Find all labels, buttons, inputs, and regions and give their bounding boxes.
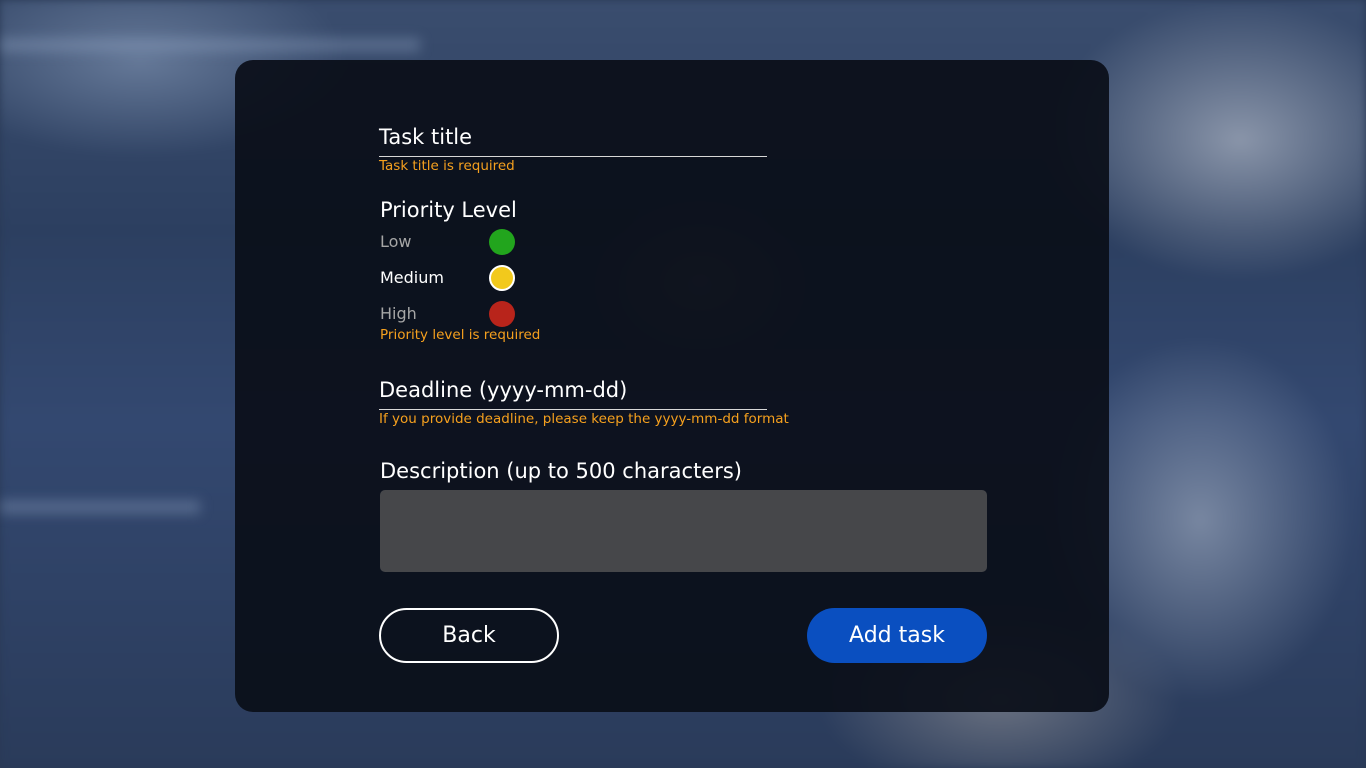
- background-decoration: [0, 500, 200, 514]
- background-decoration: [0, 38, 420, 52]
- priority-low-dot[interactable]: [489, 229, 515, 255]
- deadline-input[interactable]: [379, 375, 767, 409]
- back-button[interactable]: Back: [379, 608, 559, 663]
- priority-low-label: Low: [380, 232, 412, 251]
- priority-medium-label: Medium: [380, 268, 444, 287]
- task-title-error: Task title is required: [379, 158, 515, 174]
- description-textarea[interactable]: [380, 490, 987, 572]
- description-label: Description (up to 500 characters): [380, 459, 742, 483]
- priority-medium-dot[interactable]: [489, 265, 515, 291]
- task-title-input[interactable]: [379, 122, 767, 156]
- add-task-form-card: Task title Task title is required Priori…: [235, 60, 1109, 712]
- task-title-underline: [379, 156, 767, 157]
- deadline-underline: [379, 409, 767, 410]
- priority-option-low[interactable]: Low: [380, 228, 520, 256]
- priority-high-label: High: [380, 304, 417, 323]
- priority-option-medium[interactable]: Medium: [380, 264, 520, 292]
- priority-option-high[interactable]: High: [380, 300, 520, 328]
- add-task-button[interactable]: Add task: [807, 608, 987, 663]
- priority-level-title: Priority Level: [380, 198, 517, 222]
- priority-level-error: Priority level is required: [380, 327, 541, 343]
- priority-high-dot[interactable]: [489, 301, 515, 327]
- deadline-error: If you provide deadline, please keep the…: [379, 411, 789, 427]
